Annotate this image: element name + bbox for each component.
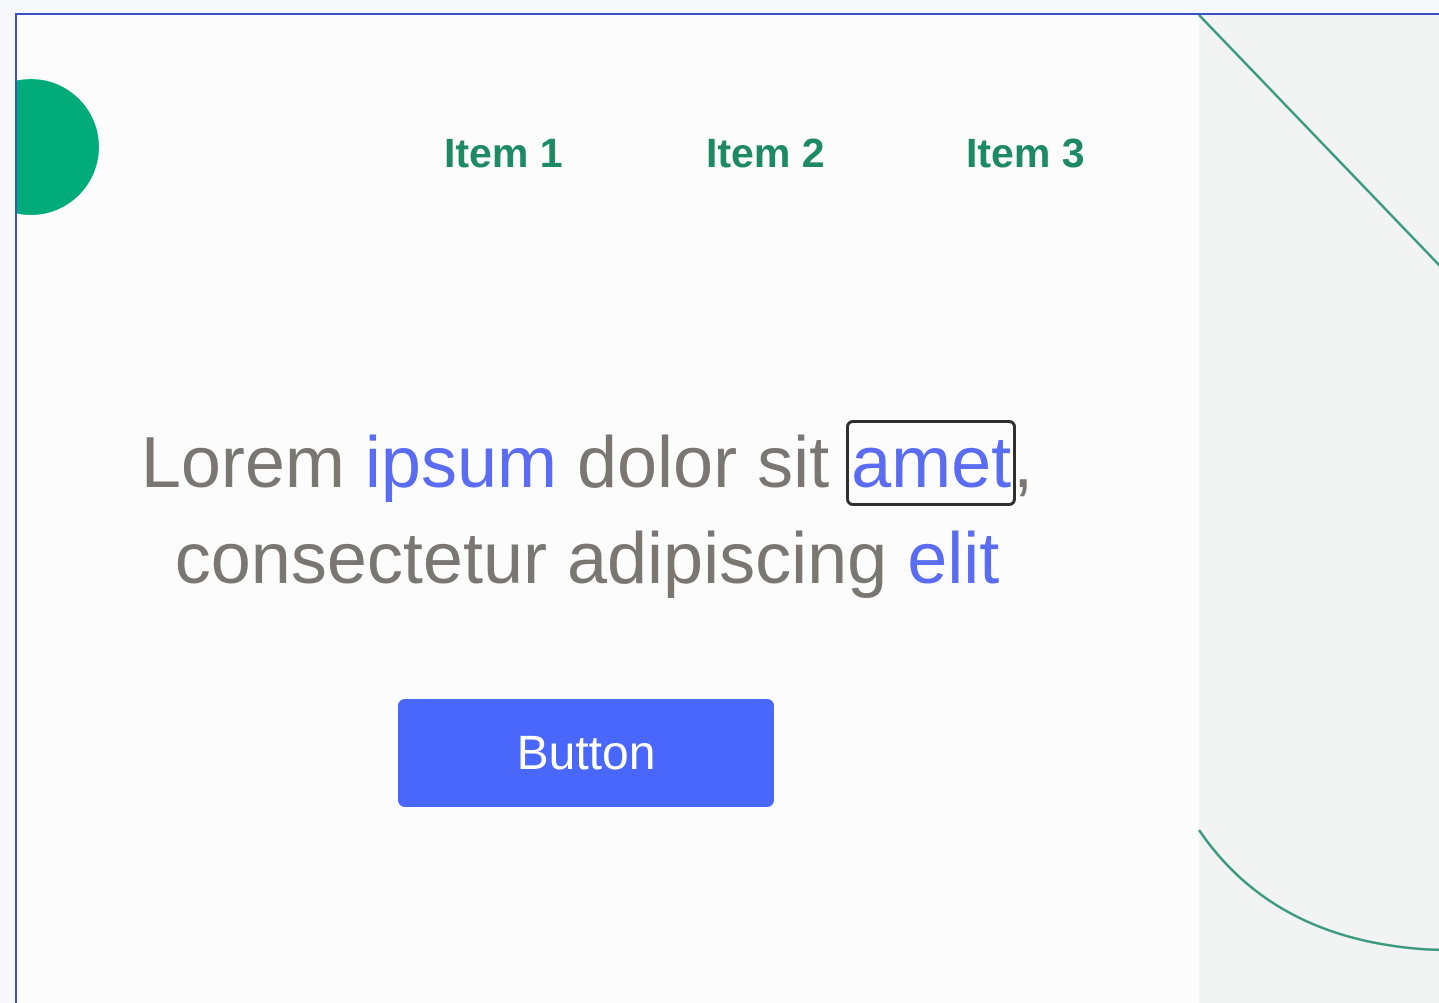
decorative-side-panel: [1199, 15, 1439, 1003]
hero-headline: Lorem ipsum dolor sit amet, consectetur …: [77, 415, 1097, 607]
hero-text-comma: ,: [1013, 423, 1034, 503]
nav-item-2[interactable]: Item 2: [706, 129, 825, 177]
hero-word-amet-selected[interactable]: amet: [846, 420, 1017, 506]
circle-logo-icon[interactable]: [17, 79, 99, 215]
hero-word-ipsum: ipsum: [364, 423, 557, 503]
hero-text-part2: dolor sit: [556, 423, 850, 503]
nav-item-1[interactable]: Item 1: [444, 129, 563, 177]
nav-item-3[interactable]: Item 3: [966, 129, 1085, 177]
hero-text-part1: Lorem: [140, 423, 365, 503]
page-frame: Item 1 Item 2 Item 3 Lorem ipsum dolor s…: [15, 13, 1439, 1003]
hero-word-elit: elit: [907, 519, 1000, 599]
hero-text-part3: consectetur adipiscing: [174, 519, 908, 599]
primary-button[interactable]: Button: [398, 699, 774, 807]
